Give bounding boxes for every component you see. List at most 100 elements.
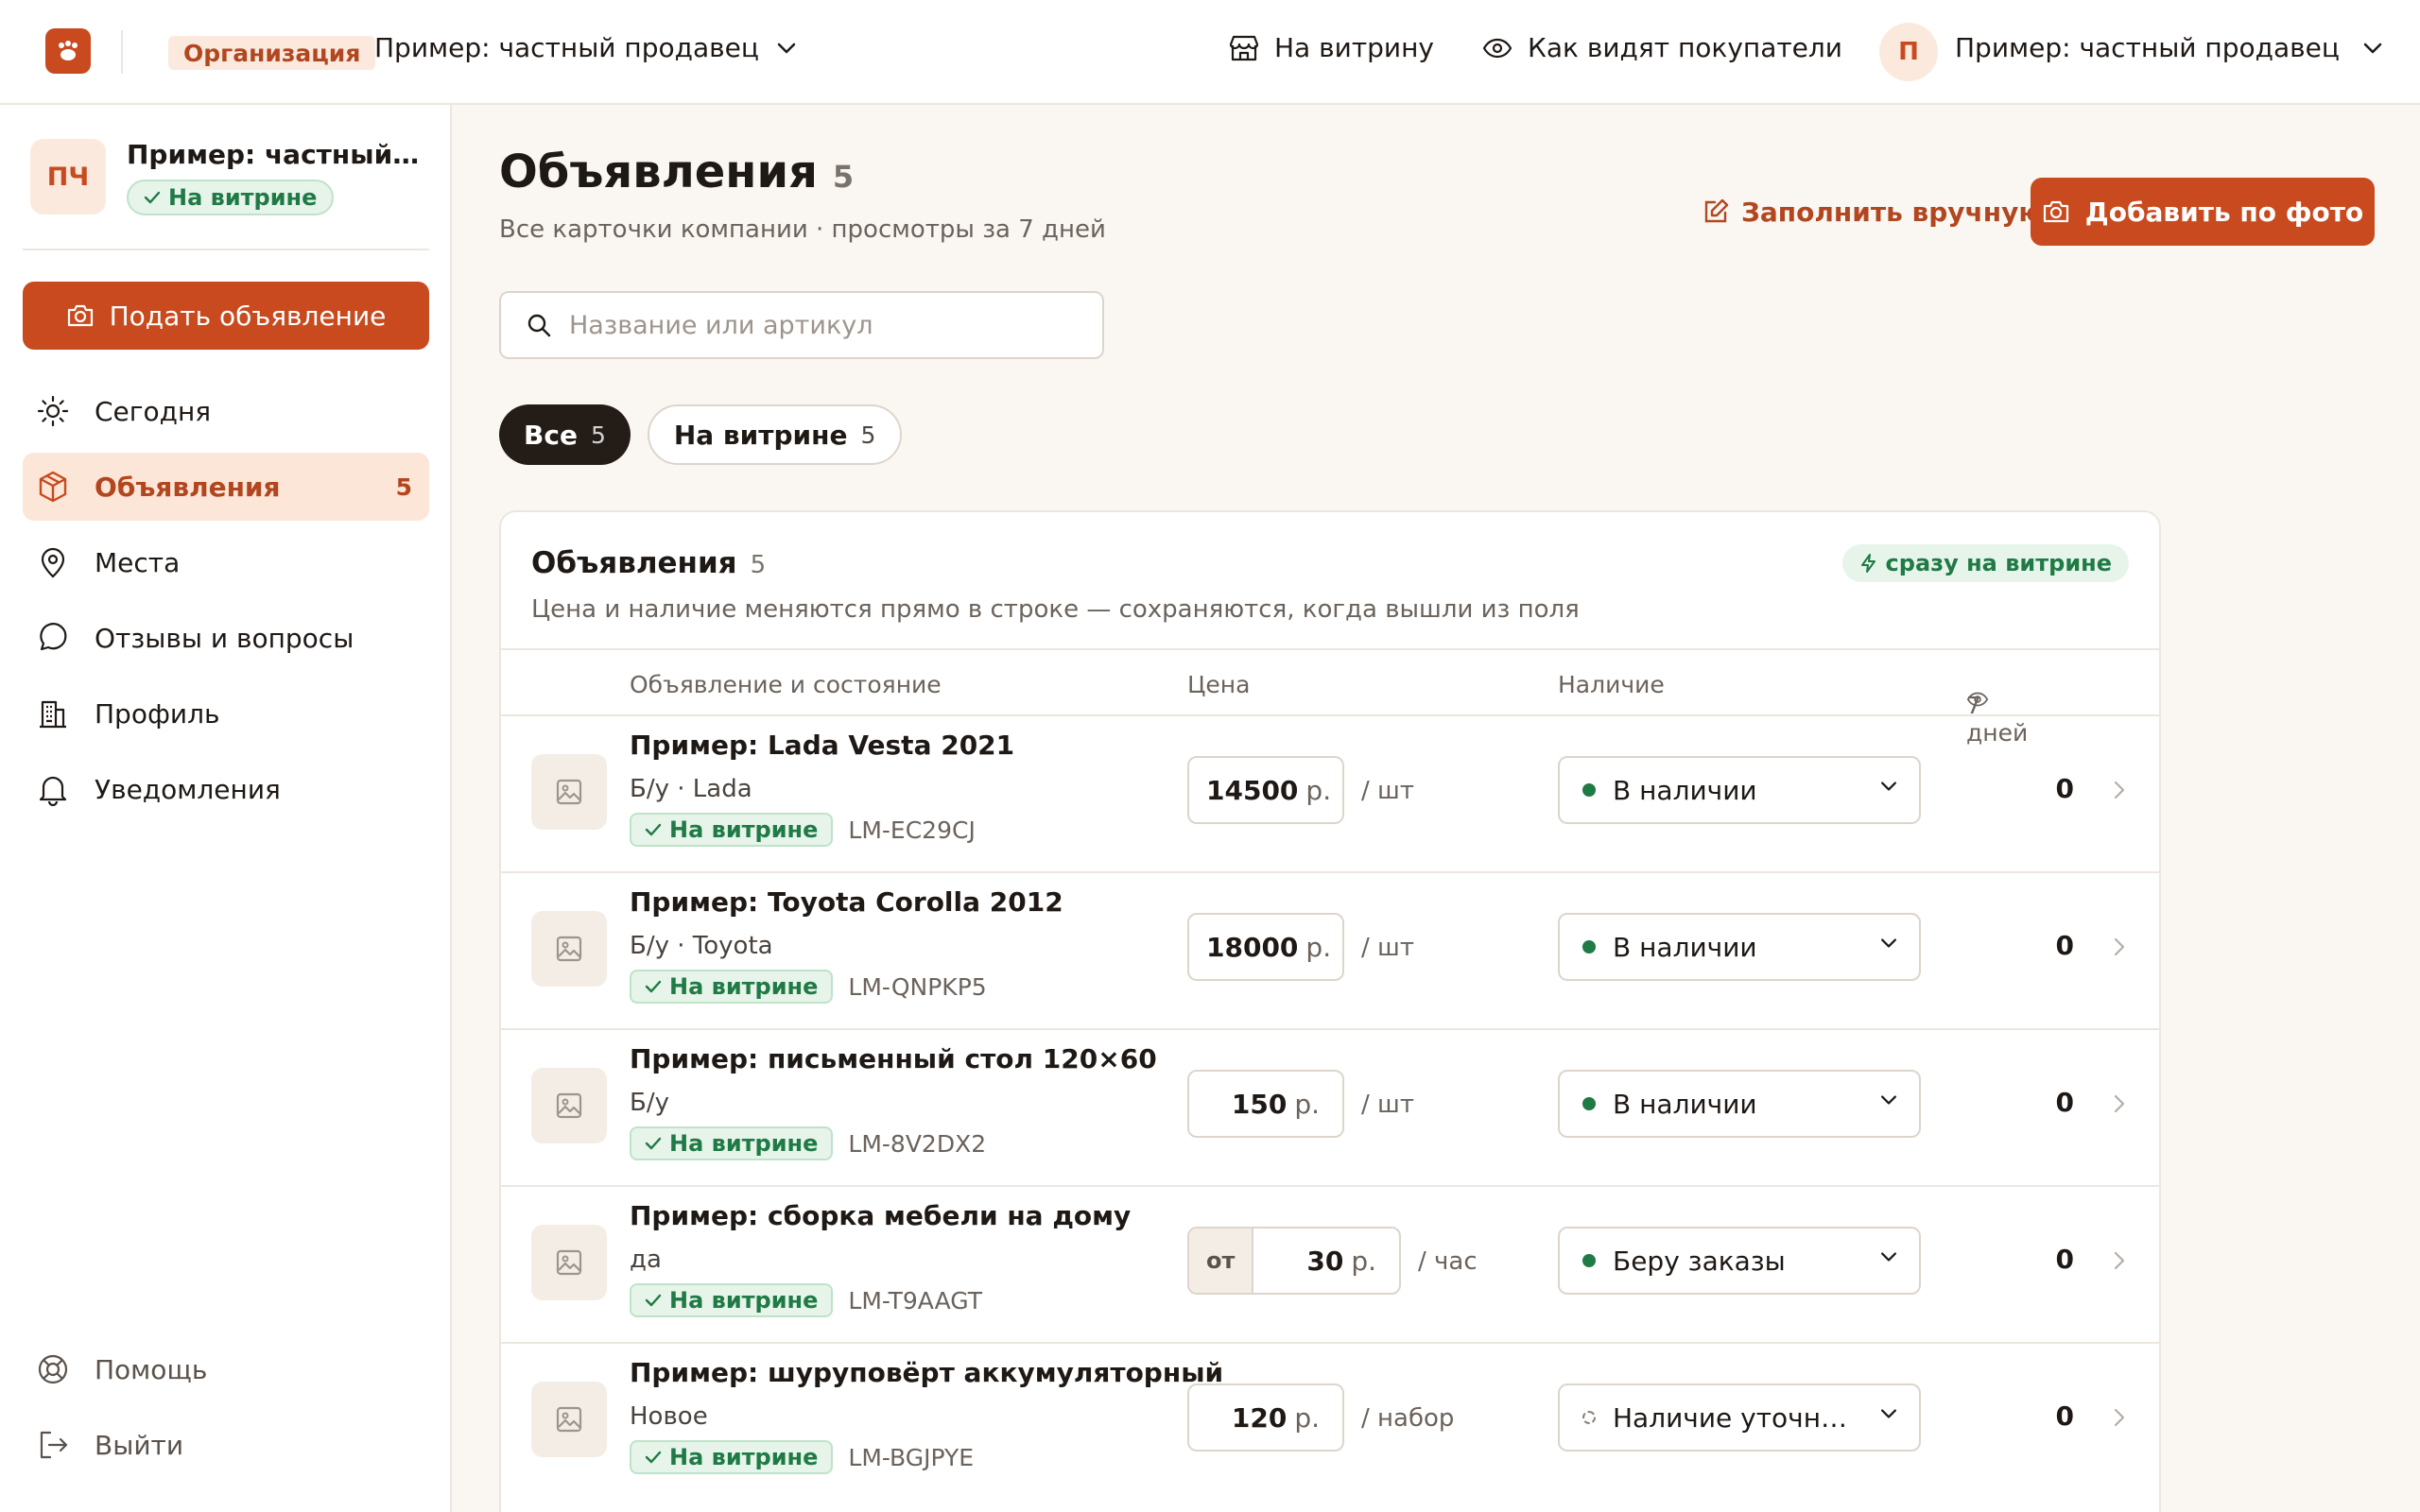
sidebar-nav: Сегодня Объявления 5 Места Отзывы и вопр… <box>23 377 429 831</box>
storefront-link[interactable]: На витрину <box>1229 32 1434 63</box>
table-row[interactable]: Пример: Toyota Corolla 2012 Б/у · Toyota Н… <box>501 871 2159 1028</box>
listing-thumbnail[interactable] <box>531 754 607 830</box>
user-menu[interactable]: Пример: частный продавец <box>1955 32 2383 63</box>
price-value[interactable]: 120 <box>1189 1402 1287 1434</box>
eye-icon <box>1482 38 1512 59</box>
availability-status-dot <box>1582 783 1596 797</box>
lifebuoy-icon <box>36 1352 70 1386</box>
price-input[interactable]: 120 р. <box>1187 1383 1344 1452</box>
listing-thumbnail[interactable] <box>531 1068 607 1143</box>
instant-badge: сразу на витрине <box>1841 544 2129 582</box>
buyers-view-link[interactable]: Как видят покупатели <box>1482 32 1842 63</box>
availability-status-dot <box>1582 1254 1596 1267</box>
image-placeholder-icon <box>555 778 583 806</box>
price-value[interactable]: 18000 <box>1189 932 1298 963</box>
price-input[interactable]: 150 р. <box>1187 1070 1344 1138</box>
sidebar-bottom-nav: Помощь Выйти <box>23 1335 429 1486</box>
price-input[interactable]: от 30 р. <box>1187 1227 1401 1295</box>
availability-select[interactable]: В наличии <box>1558 913 1921 981</box>
company-status-label: На витрине <box>168 184 318 211</box>
availability-value: В наличии <box>1613 1088 1757 1120</box>
sidebar-item-label: Помощь <box>95 1353 208 1385</box>
listings-card-count: 5 <box>750 551 767 579</box>
sidebar-item-profile[interactable]: Профиль <box>23 679 429 747</box>
price-currency: р. <box>1294 1401 1320 1434</box>
sidebar-item-today[interactable]: Сегодня <box>23 377 429 445</box>
fill-manually-button[interactable]: Заполнить вручную <box>1702 178 2045 246</box>
check-icon <box>645 980 662 993</box>
company-card[interactable]: ПЧ Пример: частный продавец На витрине <box>30 139 437 215</box>
listing-thumbnail[interactable] <box>531 1225 607 1300</box>
post-listing-button[interactable]: Подать объявление <box>23 282 429 350</box>
column-header-listing: Объявление и состояние <box>630 671 942 698</box>
chevron-right-icon[interactable] <box>2114 1094 2125 1113</box>
app-logo-icon[interactable] <box>45 28 91 74</box>
price-unit: / шт <box>1361 1091 1414 1119</box>
availability-value: Наличие уточняется <box>1613 1401 1849 1434</box>
sidebar-item-label: Места <box>95 546 181 578</box>
listing-thumbnail[interactable] <box>531 911 607 987</box>
sidebar-item-count: 5 <box>395 472 412 501</box>
sidebar-item-reviews[interactable]: Отзывы и вопросы <box>23 604 429 672</box>
add-by-photo-label: Добавить по фото <box>2084 196 2364 228</box>
chevron-right-icon[interactable] <box>2114 1251 2125 1270</box>
chevron-right-icon[interactable] <box>2114 781 2125 799</box>
chevron-down-icon <box>1879 937 1898 949</box>
sidebar-item-label: Выйти <box>95 1429 184 1461</box>
post-listing-label: Подать объявление <box>109 300 387 332</box>
filter-chip-all[interactable]: Все 5 <box>499 404 631 465</box>
column-header-availability: Наличие <box>1558 671 1665 698</box>
add-by-photo-button[interactable]: Добавить по фото <box>2031 178 2375 246</box>
listing-title[interactable]: Пример: Toyota Corolla 2012 <box>630 886 1063 918</box>
listings-card-subtitle: Цена и наличие меняются прямо в строке —… <box>531 595 1580 624</box>
user-avatar[interactable]: П <box>1879 23 1938 81</box>
listing-title[interactable]: Пример: письменный стол 120×60 <box>630 1043 1157 1074</box>
availability-select[interactable]: В наличии <box>1558 1070 1921 1138</box>
filter-chip-label: Все <box>524 419 578 451</box>
price-value[interactable]: 14500 <box>1189 775 1298 806</box>
listing-title[interactable]: Пример: сборка мебели на дому <box>630 1200 1131 1231</box>
sidebar-item-places[interactable]: Места <box>23 528 429 596</box>
sidebar-item-help[interactable]: Помощь <box>23 1335 429 1403</box>
image-placeholder-icon <box>555 1091 583 1120</box>
price-input[interactable]: 14500 р. <box>1187 756 1344 824</box>
sidebar-item-logout[interactable]: Выйти <box>23 1411 429 1479</box>
user-name: Пример: частный продавец <box>1955 32 2340 63</box>
sidebar-item-listings[interactable]: Объявления 5 <box>23 453 429 521</box>
table-row[interactable]: Пример: сборка мебели на дому да На витрин… <box>501 1185 2159 1342</box>
filter-chip-storefront[interactable]: На витрине 5 <box>647 404 903 465</box>
sidebar-item-notifications[interactable]: Уведомления <box>23 755 429 823</box>
listings-card-title: Объявления 5 <box>531 546 766 580</box>
price-input[interactable]: 18000 р. <box>1187 913 1344 981</box>
filter-chips: Все 5 На витрине 5 <box>499 404 903 465</box>
availability-select[interactable]: Беру заказы <box>1558 1227 1921 1295</box>
availability-select[interactable]: В наличии <box>1558 756 1921 824</box>
org-switcher[interactable]: Пример: частный продавец <box>374 32 797 63</box>
availability-select[interactable]: Наличие уточняется <box>1558 1383 1921 1452</box>
search-input[interactable] <box>569 310 1098 340</box>
views-count: 0 <box>2055 773 2074 804</box>
top-bar: Организация Пример: частный продавец На … <box>0 0 2420 105</box>
storefront-status-badge: На витрине <box>630 1440 834 1474</box>
listing-meta: Б/у · Toyota <box>630 932 773 960</box>
check-icon <box>645 823 662 836</box>
listing-status: На витрине LM-BGJPYE <box>630 1440 974 1474</box>
table-row[interactable]: Пример: письменный стол 120×60 Б/у На витр… <box>501 1028 2159 1185</box>
chevron-right-icon[interactable] <box>2114 1408 2125 1427</box>
store-icon <box>1229 34 1259 62</box>
listing-title[interactable]: Пример: Lada Vesta 2021 <box>630 730 1014 761</box>
chevron-right-icon[interactable] <box>2114 937 2125 956</box>
listing-title[interactable]: Пример: шуруповёрт аккумуляторный <box>630 1357 1223 1388</box>
table-row[interactable]: Пример: Lada Vesta 2021 Б/у · Lada На витр… <box>501 714 2159 871</box>
table-row[interactable]: Пример: шуруповёрт аккумуляторный Новое На… <box>501 1342 2159 1499</box>
filter-chip-label: На витрине <box>673 419 848 451</box>
price-unit: / шт <box>1361 777 1414 805</box>
check-icon <box>645 1137 662 1150</box>
price-value[interactable]: 150 <box>1189 1089 1287 1120</box>
listing-thumbnail[interactable] <box>531 1382 607 1457</box>
availability-status-dot <box>1582 1411 1596 1424</box>
storefront-status-label: На витрине <box>669 973 819 1000</box>
price-value[interactable]: 30 <box>1253 1246 1343 1277</box>
price-currency: р. <box>1294 1088 1320 1120</box>
listings-card-title-text: Объявления <box>531 546 737 580</box>
